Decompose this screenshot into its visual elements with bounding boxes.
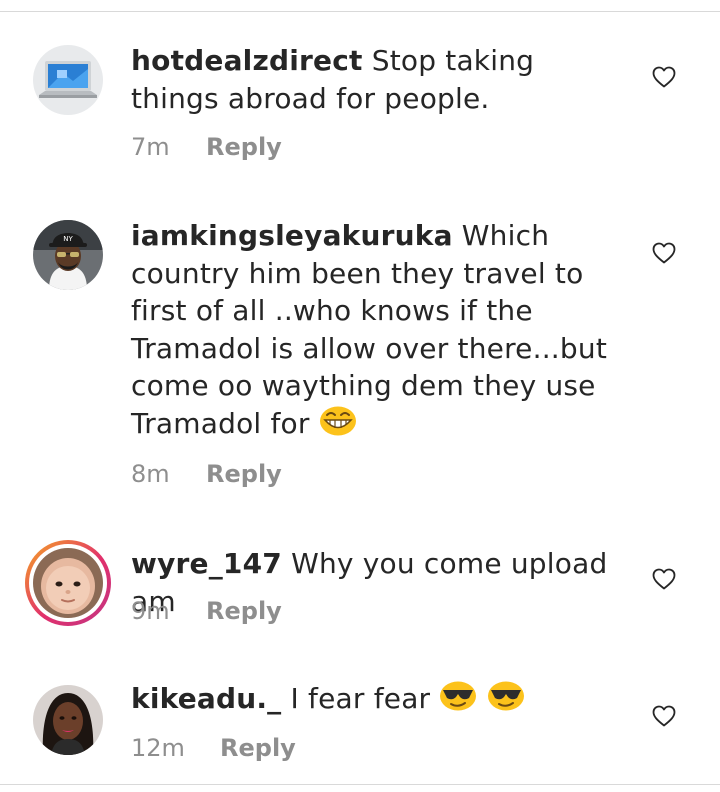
comment-timestamp: 9m (131, 597, 170, 625)
reply-button[interactable]: Reply (220, 733, 296, 763)
avatar[interactable] (33, 685, 103, 755)
avatar-story-ring[interactable] (25, 540, 111, 626)
sunglasses-face-emoji-icon (440, 681, 477, 711)
comment-meta: 8m Reply (131, 459, 282, 489)
like-heart-icon[interactable] (652, 705, 676, 727)
comment-body: I fear fear (290, 682, 431, 715)
woman-avatar-icon (33, 685, 103, 755)
comment-text: kikeadu._ I fear fear (131, 680, 631, 718)
bottom-divider (0, 784, 720, 785)
grinning-face-emoji-icon (319, 406, 356, 435)
comment-username[interactable]: kikeadu._ (131, 682, 281, 715)
comment-text: iamkingsleyakuruka Which country him bee… (131, 217, 631, 442)
sunglasses-emoji-pair (439, 681, 524, 715)
like-heart-icon[interactable] (652, 568, 676, 590)
laptop-avatar-icon (33, 45, 103, 115)
comment-username[interactable]: hotdealzdirect (131, 44, 363, 77)
top-divider (0, 11, 720, 12)
comment-timestamp: 8m (131, 460, 170, 488)
comment-username[interactable]: iamkingsleyakuruka (131, 219, 453, 252)
svg-text:NY: NY (63, 235, 73, 243)
comment-meta: 7m Reply (131, 132, 282, 162)
reply-button[interactable]: Reply (206, 132, 282, 162)
reply-button[interactable]: Reply (206, 596, 282, 626)
man-cap-avatar-icon: NY (33, 220, 103, 290)
like-heart-icon[interactable] (652, 242, 676, 264)
like-heart-icon[interactable] (652, 66, 676, 88)
comment-timestamp: 12m (131, 734, 185, 762)
sunglasses-face-emoji-icon (487, 681, 524, 711)
comment-meta: 9m Reply (131, 596, 282, 626)
reply-button[interactable]: Reply (206, 459, 282, 489)
comment-text: hotdealzdirect Stop taking things abroad… (131, 42, 631, 117)
baby-avatar-icon (33, 548, 103, 618)
comment-timestamp: 7m (131, 133, 170, 161)
comment-username[interactable]: wyre_147 (131, 547, 282, 580)
comment-meta: 12m Reply (131, 733, 296, 763)
avatar[interactable] (33, 45, 103, 115)
avatar (29, 544, 107, 622)
comment-body: Which country him been they travel to fi… (131, 219, 608, 440)
avatar[interactable]: NY (33, 220, 103, 290)
